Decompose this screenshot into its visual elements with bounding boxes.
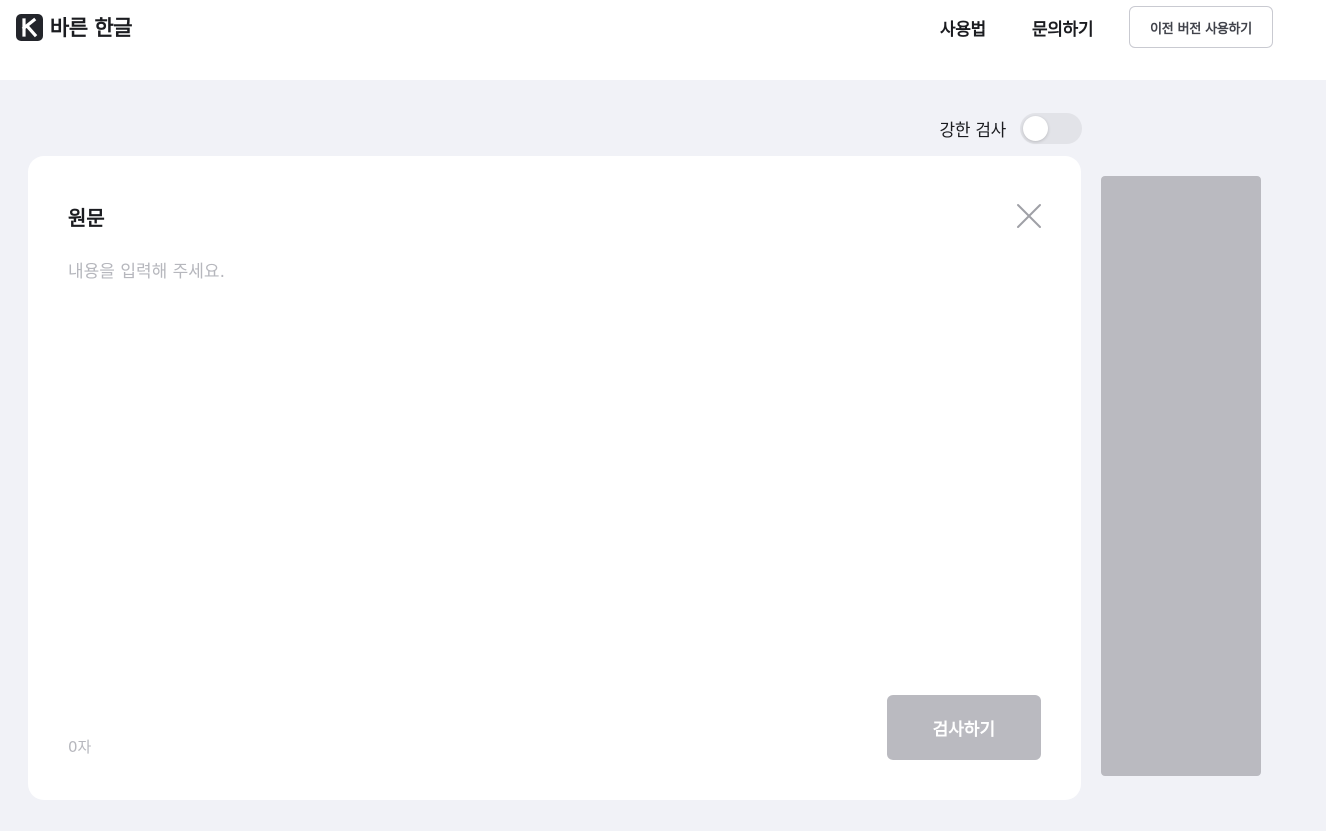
nav-usage-link[interactable]: 사용법 [940,15,986,40]
logo[interactable]: 바른 한글 [16,13,133,41]
strict-check-label: 강한 검사 [939,120,1007,141]
nav-inquiry-link[interactable]: 문의하기 [1032,15,1094,40]
editor-title: 원문 [68,206,105,230]
side-panel [1101,176,1261,776]
close-icon [1017,204,1041,228]
check-button[interactable]: 검사하기 [887,695,1041,760]
old-version-button[interactable]: 이전 버전 사용하기 [1129,6,1273,48]
strict-check-toggle[interactable] [1020,112,1082,144]
original-text-input[interactable] [68,260,1044,680]
toggle-knob [1023,115,1048,141]
top-header: 바른 한글 사용법 문의하기 이전 버전 사용하기 [0,0,1326,80]
strict-check-row: 강한 검사 [900,112,1082,144]
logo-text: 바른 한글 [50,16,133,40]
editor-card: 원문 0자 검사하기 [28,156,1081,800]
clear-button[interactable] [1014,201,1044,231]
char-count: 0자 [68,738,92,756]
logo-k-icon [16,13,43,41]
